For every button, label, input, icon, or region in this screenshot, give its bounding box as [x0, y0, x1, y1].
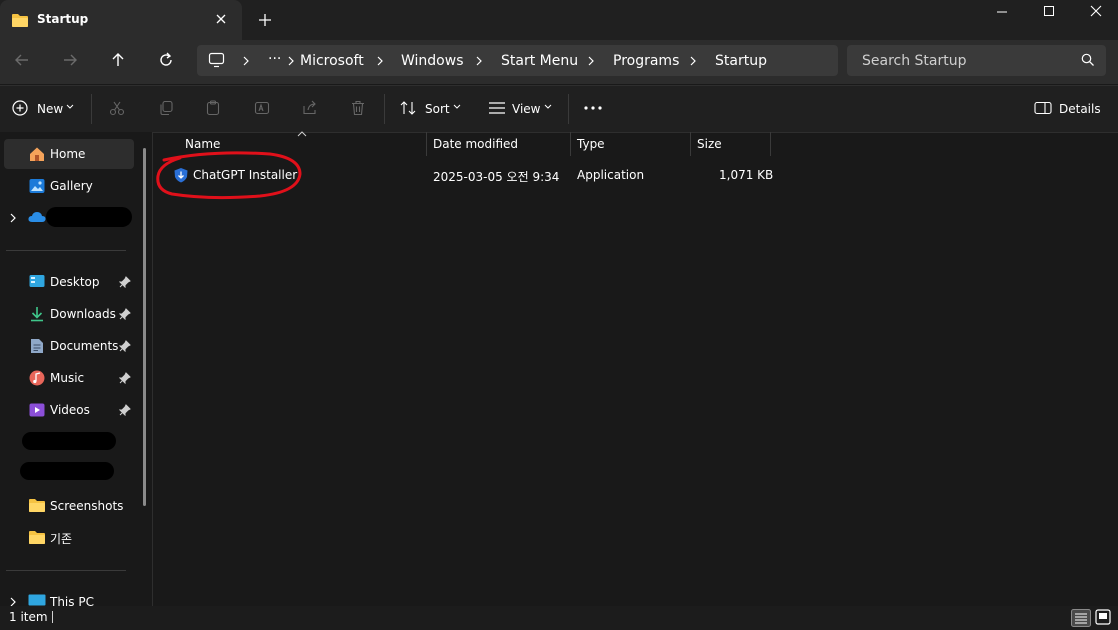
sidebar-divider [6, 250, 126, 251]
breadcrumb-microsoft[interactable]: Microsoft [300, 53, 364, 69]
sort-icon[interactable] [400, 100, 416, 116]
copy-icon[interactable] [158, 100, 174, 116]
tab-title: Startup [37, 12, 89, 26]
folder-icon [12, 13, 28, 27]
chevron-right-icon [241, 53, 251, 69]
status-divider [52, 611, 53, 623]
forward-button[interactable] [62, 52, 78, 68]
up-button[interactable] [110, 52, 126, 68]
breadcrumb-programs[interactable]: Programs [613, 53, 679, 69]
search-icon[interactable] [1081, 53, 1095, 67]
column-separator[interactable] [770, 132, 771, 156]
navigation-pane [0, 132, 153, 606]
sidebar-item-music[interactable]: Music [50, 371, 84, 385]
column-header-type[interactable]: Type [577, 137, 605, 151]
tiles-view-icon[interactable] [1095, 609, 1111, 625]
chevron-down-icon [544, 104, 552, 110]
sidebar-item-desktop[interactable]: Desktop [50, 275, 100, 289]
pin-icon[interactable] [119, 308, 131, 320]
sort-ascending-icon [297, 131, 307, 137]
close-window-button[interactable] [1088, 4, 1104, 20]
toolbar-divider [568, 94, 569, 124]
column-separator[interactable] [570, 132, 571, 156]
redacted-item [22, 432, 116, 450]
back-button[interactable] [14, 52, 30, 68]
pin-icon[interactable] [119, 372, 131, 384]
sidebar-item-gallery[interactable]: Gallery [50, 179, 93, 193]
refresh-button[interactable] [158, 52, 174, 68]
chevron-right-icon [474, 53, 484, 69]
cut-icon[interactable] [109, 100, 125, 116]
paste-icon[interactable] [205, 100, 221, 116]
view-button[interactable]: View [512, 102, 540, 116]
new-button[interactable]: New [37, 102, 63, 116]
pin-icon[interactable] [119, 340, 131, 352]
pin-icon[interactable] [119, 276, 131, 288]
column-separator[interactable] [426, 132, 427, 156]
new-tab-button[interactable] [257, 11, 273, 29]
sidebar-scrollbar[interactable] [143, 148, 146, 506]
sidebar-item-screenshots[interactable]: Screenshots [50, 499, 123, 513]
column-header-size[interactable]: Size [697, 137, 722, 151]
sidebar-divider [6, 570, 126, 571]
new-icon[interactable] [12, 100, 28, 116]
maximize-button[interactable] [1041, 4, 1057, 20]
red-circle-annotation [156, 151, 302, 200]
breadcrumb-start-menu[interactable]: Start Menu [501, 53, 578, 69]
file-type: Application [577, 168, 645, 182]
redacted-item [20, 462, 114, 480]
share-icon[interactable] [302, 100, 318, 116]
more-options-icon[interactable] [583, 102, 603, 114]
minimize-button[interactable] [994, 4, 1010, 20]
details-view-icon[interactable] [1071, 609, 1091, 627]
view-icon[interactable] [488, 101, 506, 115]
sidebar-item-downloads[interactable]: Downloads [50, 307, 116, 321]
chevron-right-icon [586, 53, 596, 69]
videos-icon [29, 402, 45, 418]
onedrive-icon [28, 211, 46, 223]
breadcrumb-windows[interactable]: Windows [401, 53, 464, 69]
monitor-icon [208, 52, 226, 68]
details-button[interactable]: Details [1059, 102, 1101, 116]
sidebar-item-documents[interactable]: Documents [50, 339, 118, 353]
documents-icon [30, 338, 44, 354]
home-icon [29, 146, 45, 162]
breadcrumb-overflow[interactable]: ··· [268, 51, 281, 67]
search-placeholder[interactable]: Search Startup [862, 53, 967, 69]
file-date-modified: 2025-03-05 오전 9:34 [433, 170, 560, 184]
column-separator[interactable] [690, 132, 691, 156]
sort-button[interactable]: Sort [425, 102, 450, 116]
chevron-right-icon [375, 53, 385, 69]
item-count: 1 item [9, 610, 48, 624]
music-icon [29, 370, 45, 386]
expand-chevron-icon[interactable] [8, 212, 18, 224]
chevron-right-icon [286, 53, 296, 69]
downloads-icon [29, 306, 45, 322]
rename-icon[interactable] [254, 100, 270, 116]
status-bar [0, 606, 1118, 630]
folder-icon [29, 530, 45, 544]
column-header-date[interactable]: Date modified [433, 137, 518, 151]
pin-icon[interactable] [119, 404, 131, 416]
toolbar-divider [384, 94, 385, 124]
chevron-down-icon [66, 104, 74, 110]
redacted-account [46, 207, 132, 227]
details-pane-icon[interactable] [1034, 101, 1052, 115]
sidebar-label-home: Home [50, 147, 86, 161]
breadcrumb-startup[interactable]: Startup [715, 53, 767, 69]
sidebar-item-folder-korean[interactable]: 기존 [50, 530, 72, 547]
toolbar-divider [91, 94, 92, 124]
chevron-right-icon [688, 53, 698, 69]
this-pc-icon [28, 594, 46, 606]
tab-close-icon[interactable] [213, 11, 229, 27]
chevron-down-icon [453, 104, 461, 110]
desktop-icon [29, 274, 45, 288]
delete-icon[interactable] [350, 100, 366, 116]
folder-icon [29, 498, 45, 512]
gallery-icon [29, 178, 45, 194]
sidebar-item-videos[interactable]: Videos [50, 403, 90, 417]
file-size: 1,071 KB [719, 168, 774, 182]
